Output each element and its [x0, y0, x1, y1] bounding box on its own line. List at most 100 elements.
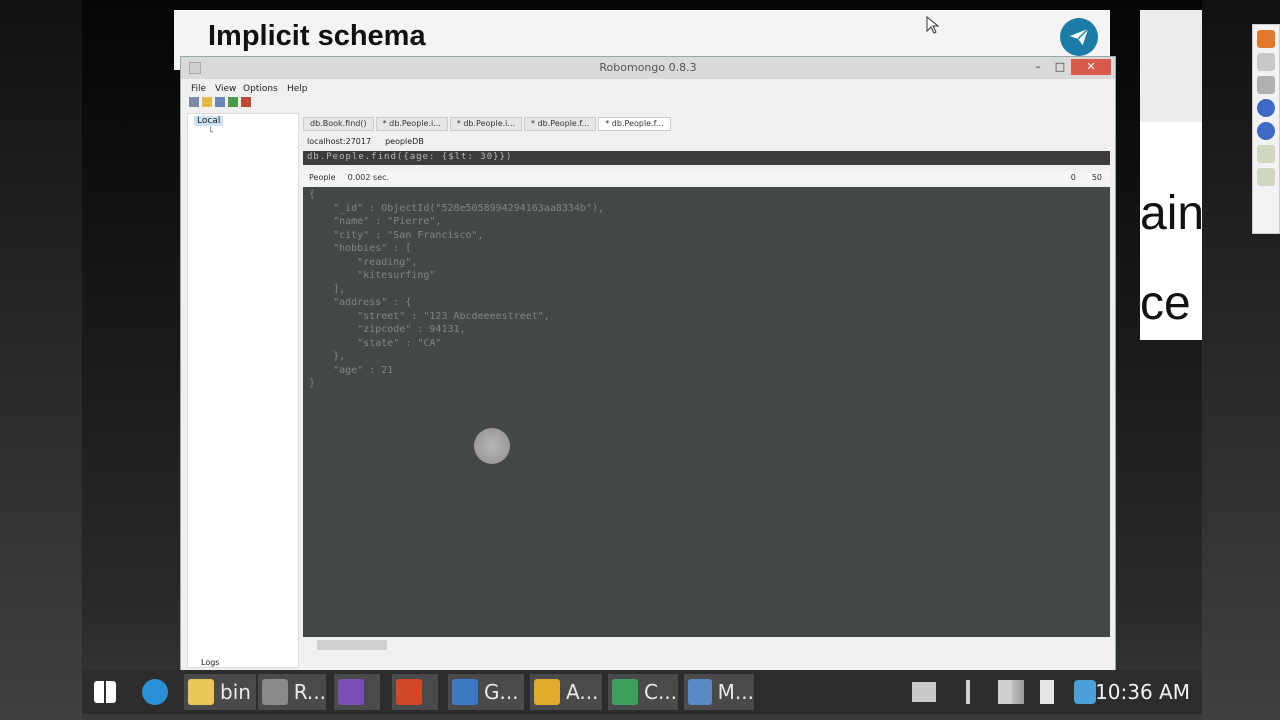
- open-icon[interactable]: [202, 97, 212, 107]
- eraser-tool-icon[interactable]: [1257, 168, 1275, 186]
- save-icon[interactable]: [215, 97, 225, 107]
- powerpoint-icon: [396, 679, 422, 705]
- gephi-icon: [452, 679, 478, 705]
- visual-studio-icon: [338, 679, 364, 705]
- connection-database: peopleDB: [385, 137, 424, 146]
- taskbar-item-audacity[interactable]: A...: [530, 674, 602, 710]
- explorer-tree: Local └: [187, 113, 299, 668]
- taskbar-item-label: G...: [484, 680, 519, 704]
- robomongo-icon: [262, 679, 288, 705]
- taskbar-item-visual-studio[interactable]: [334, 674, 380, 710]
- document-line: ],: [309, 283, 346, 295]
- query-text[interactable]: db.People.find({age: {$lt: 30}}): [307, 152, 512, 162]
- close-button[interactable]: ✕: [1071, 59, 1111, 75]
- taskbar-item-folder[interactable]: bin: [184, 674, 256, 710]
- taskbar-item-powerpoint[interactable]: [392, 674, 438, 710]
- menu-bar: File View Options Help: [181, 81, 1115, 97]
- result-collection: People: [309, 173, 336, 182]
- menu-options[interactable]: Options: [243, 84, 278, 94]
- maximize-button[interactable]: □: [1049, 59, 1071, 75]
- tab-people-3[interactable]: * db.People.f...: [524, 117, 597, 131]
- query-editor[interactable]: db.People.find({age: {$lt: 30}}): [303, 151, 1110, 165]
- document-line: "zipcode" : 94131,: [309, 324, 466, 335]
- document-line: "name" : "Pierre",: [309, 216, 442, 227]
- mongo-icon: [688, 679, 712, 705]
- document-line: "age" : 21: [309, 364, 394, 376]
- result-header: People 0.002 sec. 0 50: [303, 171, 1110, 185]
- side-toolbar: [1252, 24, 1280, 234]
- menu-view[interactable]: View: [215, 84, 236, 94]
- folder-icon: [188, 679, 214, 705]
- robomongo-window: Robomongo 0.8.3 – □ ✕ File View Options …: [180, 56, 1116, 672]
- minimize-button[interactable]: –: [1027, 59, 1049, 75]
- document-line: "street" : "123 Abcdeeeestreet",: [309, 310, 550, 322]
- menu-help[interactable]: Help: [287, 84, 308, 94]
- taskbar-clock[interactable]: 10:36 AM: [1095, 680, 1190, 704]
- cursor-highlight: [474, 428, 510, 464]
- document-line: "state" : "CA": [309, 337, 442, 349]
- scrollbar-thumb[interactable]: [317, 640, 387, 650]
- logs-label[interactable]: Logs: [201, 658, 219, 667]
- tab-book-find[interactable]: db.Book.find(): [303, 117, 374, 131]
- pointer-tool-icon[interactable]: [1257, 53, 1275, 71]
- document-line: },: [309, 351, 346, 362]
- taskbar-item-windows-start[interactable]: [90, 674, 126, 710]
- camtasia-icon: [612, 679, 638, 705]
- result-time: 0.002 sec.: [347, 173, 390, 182]
- tab-people-active[interactable]: * db.People.f...: [598, 117, 671, 131]
- taskbar-item-label: C...: [644, 680, 678, 704]
- slide-right-fragment: ain ce: [1140, 10, 1202, 340]
- camera-tool-icon[interactable]: [1257, 76, 1275, 94]
- power-icon[interactable]: [966, 680, 970, 704]
- taskbar-item-label: bin: [220, 680, 251, 704]
- mouse-pointer-icon: [926, 16, 940, 34]
- pen-tool-icon[interactable]: [1257, 30, 1275, 48]
- next-slide-icon[interactable]: [1257, 122, 1275, 140]
- document-line: }: [309, 378, 316, 389]
- window-title: Robomongo 0.8.3: [599, 61, 697, 74]
- taskbar-item-mongo[interactable]: M...: [684, 674, 754, 710]
- window-titlebar[interactable]: Robomongo 0.8.3 – □ ✕: [181, 57, 1115, 79]
- taskbar-item-ie[interactable]: [138, 674, 174, 710]
- connection-host: localhost:27017: [307, 137, 372, 146]
- menu-file[interactable]: File: [191, 84, 206, 94]
- slide-right-text-2: ce: [1140, 277, 1191, 330]
- windows-start-icon: [94, 681, 116, 703]
- action-center-icon[interactable]: [1074, 680, 1096, 704]
- letterbox-left: [0, 0, 82, 720]
- connect-icon[interactable]: [189, 97, 199, 107]
- taskbar-item-label: R...: [293, 680, 326, 704]
- taskbar-item-camtasia[interactable]: C...: [608, 674, 678, 710]
- query-tabs: db.Book.find() * db.People.i... * db.Peo…: [303, 117, 671, 131]
- taskbar-item-label: A...: [566, 680, 599, 704]
- document-line: "_id" : ObjectId("528e5058994294163aa833…: [309, 202, 605, 214]
- horizontal-scrollbar[interactable]: [303, 637, 1110, 653]
- taskbar: 10:36 AM bin R... G... A... C... M...: [82, 670, 1202, 714]
- taskbar-item-label: M...: [717, 680, 754, 704]
- connection-info: localhost:27017 peopleDB: [307, 137, 424, 146]
- highlight-tool-icon[interactable]: [1257, 145, 1275, 163]
- screen: Implicit schema ain ce Robomongo 0.8.3 –…: [0, 0, 1280, 720]
- page-limit-field[interactable]: 50: [1092, 173, 1102, 182]
- document-line: "kitesurfing": [309, 270, 436, 281]
- toolbar: [189, 97, 251, 111]
- taskbar-item-gephi[interactable]: G...: [448, 674, 524, 710]
- execute-icon[interactable]: [228, 97, 238, 107]
- tree-node-local[interactable]: Local: [194, 116, 224, 126]
- stop-icon[interactable]: [241, 97, 251, 107]
- tab-people-1[interactable]: * db.People.i...: [375, 117, 448, 131]
- slide-title: Implicit schema: [208, 20, 426, 52]
- document-line: {: [309, 189, 316, 200]
- audacity-icon: [534, 679, 560, 705]
- document-line: "address" : {: [309, 297, 412, 308]
- paper-plane-logo-icon: [1060, 18, 1098, 56]
- result-document-view[interactable]: { "_id" : ObjectId("528e5058994294163aa8…: [303, 187, 1110, 637]
- slide-right-text-1: ain: [1140, 187, 1202, 240]
- tab-people-2[interactable]: * db.People.i...: [449, 117, 523, 131]
- tree-child-indicator: └: [208, 128, 214, 138]
- page-skip-field[interactable]: 0: [1071, 173, 1076, 182]
- document-line: "city" : "San Francisco",: [309, 229, 484, 241]
- prev-slide-icon[interactable]: [1257, 99, 1275, 117]
- taskbar-item-robomongo[interactable]: R...: [258, 674, 326, 710]
- volume-icon[interactable]: [1040, 680, 1054, 704]
